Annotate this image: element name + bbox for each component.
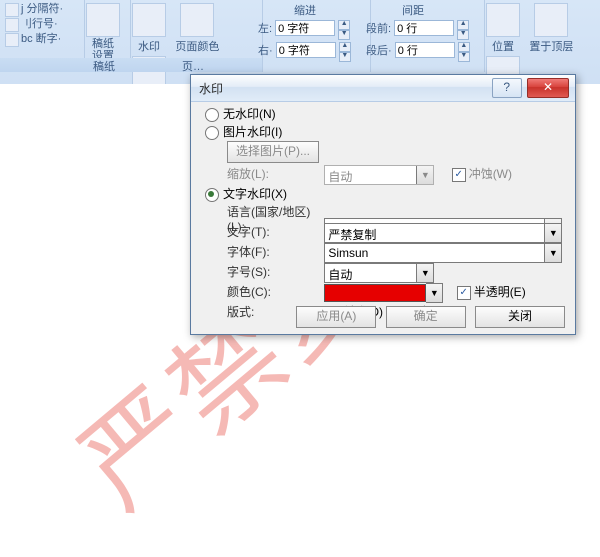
semitransparent-checkbox[interactable]: ✓ [457,286,471,300]
color-combo-arrow[interactable]: ▼ [426,283,443,303]
spacing-before-row: 段前: ▲▼ [366,20,469,40]
indent-right-row: 右· ▲▼ [258,42,351,62]
watermark-icon [132,3,166,37]
chevron-down-icon: ▼ [416,166,433,184]
ribbon-group-label-gaozhi: 稿纸 [78,58,130,72]
text-combo[interactable]: 严禁复制▼ [324,223,562,243]
indent-left-input[interactable] [275,20,335,36]
indent-left-row: 左: ▲▼ [258,20,350,40]
spacing-after-spinner[interactable]: ▲▼ [458,42,470,62]
ribbon-group-label-page: 页… [124,58,262,72]
ribbon-line-numbers[interactable]: 刂行号· [5,17,79,32]
ok-button: 确定 [386,306,466,328]
radio-picture-watermark[interactable] [205,126,219,140]
radio-picture-watermark-label: 图片水印(I) [223,125,282,139]
spacing-after-row: 段后· ▲▼ [366,42,470,62]
help-button[interactable]: ? [492,78,522,98]
indent-title: 缩进 [294,2,316,18]
bring-front-icon [534,3,568,37]
scale-combo: 自动▼ [324,165,434,185]
select-picture-button: 选择图片(P)... [227,141,319,163]
dialog-title: 水印 [199,80,223,97]
size-combo[interactable]: 自动▼ [324,263,434,283]
spacing-after-input[interactable] [395,42,455,58]
position-icon [486,3,520,37]
font-label: 字体(F): [205,243,321,260]
scale-label: 缩放(L): [205,165,321,182]
close-dialog-button[interactable]: 关闭 [475,306,565,328]
radio-text-watermark[interactable] [205,188,219,202]
bring-front-button[interactable]: 置于顶层 [526,2,576,55]
gaozhi-icon [86,3,120,37]
radio-text-watermark-label: 文字水印(X) [223,187,287,201]
washout-checkbox: ✓ [452,168,466,182]
watermark-button[interactable]: 水印 [129,2,169,55]
dialog-titlebar: 水印 ? ✕ [191,75,575,102]
text-label: 文字(T): [205,223,321,240]
ribbon-group-label [0,58,84,72]
chevron-down-icon[interactable]: ▼ [544,224,561,242]
washout-label: 冲蚀(W) [469,167,512,181]
ribbon-breaks[interactable]: j 分隔符· [5,2,79,17]
watermark-dialog: 水印 ? ✕ 无水印(N) 图片水印(I) 选择图片(P)... 缩放(L): … [190,74,576,335]
chevron-down-icon[interactable]: ▼ [416,264,433,282]
indent-left-spinner[interactable]: ▲▼ [338,20,350,40]
spacing-before-spinner[interactable]: ▲▼ [457,20,469,40]
radio-no-watermark-label: 无水印(N) [223,107,276,121]
ribbon-hyphenation[interactable]: bc 断字· [5,32,79,47]
color-label: 颜色(C): [205,283,321,300]
color-swatch[interactable] [324,284,426,302]
close-button[interactable]: ✕ [527,78,569,98]
font-combo[interactable]: Simsun▼ [324,243,562,263]
indent-right-spinner[interactable]: ▲▼ [339,42,351,62]
chevron-down-icon[interactable]: ▼ [544,244,561,262]
page-color-icon [180,3,214,37]
size-label: 字号(S): [205,263,321,280]
dialog-footer: 应用(A) 确定 关闭 [191,306,575,328]
chevron-down-icon[interactable]: ▼ [426,284,442,302]
ribbon: j 分隔符· 刂行号· bc 断字· 稿纸 设置 稿纸 水印 页面颜色 页面 边… [0,0,600,85]
position-button[interactable]: 位置 [483,2,523,55]
spacing-before-input[interactable] [394,20,454,36]
page-color-button[interactable]: 页面颜色 [172,2,222,55]
indent-right-input[interactable] [276,42,336,58]
radio-no-watermark[interactable] [205,108,219,122]
apply-button: 应用(A) [296,306,376,328]
spacing-title: 间距 [402,2,424,18]
semitransparent-label: 半透明(E) [474,285,526,299]
gaozhi-button[interactable]: 稿纸 设置 [83,2,123,63]
